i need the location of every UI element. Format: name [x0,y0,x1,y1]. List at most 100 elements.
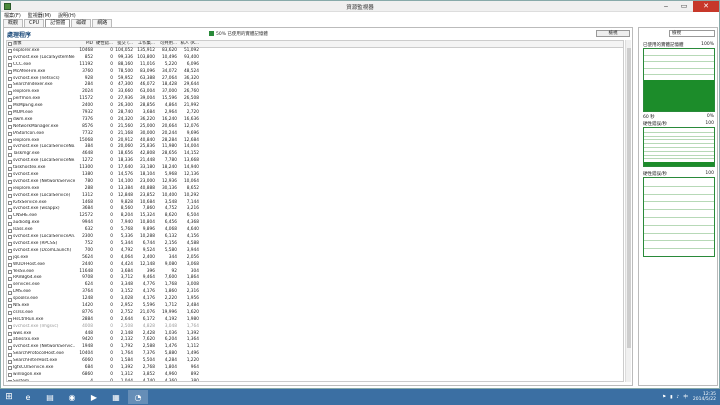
row-checkbox[interactable] [8,139,12,144]
table-row[interactable]: SearchFilterHost.exe 6060 0 1,584 5,504 4,284… [7,358,623,365]
row-checkbox[interactable] [8,235,12,240]
table-row[interactable]: MsMpEng.exe 2400 0 26,300 28,856 4,864 21,992 [7,103,623,110]
row-checkbox[interactable] [8,331,12,336]
maximize-button[interactable]: ▭ [675,1,693,12]
row-checkbox[interactable] [8,104,12,109]
row-checkbox[interactable] [8,242,12,247]
tray-flag-icon[interactable]: ⚑ [662,395,666,400]
table-row[interactable]: iexplore.exe 2024 0 33,660 63,004 37,000 26,76… [7,89,623,96]
table-row[interactable]: svchost.exe (LocalSystemNe... 852 0 99,336 1… [7,55,623,62]
col-working-set[interactable]: 工作集... [133,41,155,47]
table-row[interactable]: System 4 0 1,044 4,740 4,360 380 [7,379,623,381]
table-row[interactable]: svchost.exe (NetworkServic... 1948 0 1,792 2… [7,344,623,351]
table-row[interactable]: CNSHE.exe 12572 0 8,204 15,324 8,620 6,504 [7,213,623,220]
row-checkbox[interactable] [8,145,12,150]
row-checkbox[interactable] [8,221,12,226]
table-row[interactable]: svchost.exe (netsvcs) 928 0 59,952 63,388 27,… [7,76,623,83]
chrome-icon[interactable]: ◉ [62,390,82,404]
row-checkbox[interactable] [8,304,12,309]
table-row[interactable]: perfmon.exe 11572 0 27,936 39,004 15,596 26,50… [7,96,623,103]
row-checkbox[interactable] [8,111,12,116]
row-checkbox[interactable] [8,201,12,206]
row-checkbox[interactable] [8,70,12,75]
row-checkbox[interactable] [8,276,12,281]
row-checkbox[interactable] [8,297,12,302]
row-checkbox[interactable] [8,125,12,130]
row-checkbox[interactable] [8,118,12,123]
row-checkbox[interactable] [8,325,12,330]
row-checkbox[interactable] [8,359,12,364]
tray-volume-icon[interactable]: ♪ [677,395,680,400]
row-checkbox[interactable] [8,366,12,371]
table-row[interactable]: CCC.exe 11192 0 88,160 11,016 5,220 6,096 [7,62,623,69]
close-button[interactable]: ✕ [693,1,719,12]
row-checkbox[interactable] [8,256,12,261]
row-checkbox[interactable] [8,290,12,295]
row-checkbox[interactable] [8,90,12,95]
row-checkbox[interactable] [8,56,12,61]
table-row[interactable]: dwm.exe 7376 0 24,320 36,220 16,240 16,636 [7,117,623,124]
view-select[interactable]: 檢視 [669,30,715,37]
row-checkbox[interactable] [8,77,12,81]
row-checkbox[interactable] [8,194,12,199]
input-language[interactable]: 中 [683,394,688,400]
row-checkbox[interactable] [8,311,12,316]
row-checkbox[interactable] [8,83,12,88]
table-row[interactable]: winlogon.exe 6860 0 1,312 3,852 4,960 892 [7,372,623,379]
clock[interactable]: 12:35 2014/5/22 [693,392,716,402]
col-private[interactable]: 私人 (K... [177,41,199,47]
table-row[interactable]: McAfeeFire.exe 3760 0 78,500 83,096 34,072 48,… [7,69,623,76]
minimize-button[interactable]: ‒ [657,1,675,12]
col-pid[interactable]: PID [75,41,93,47]
row-checkbox[interactable] [8,283,12,288]
row-checkbox[interactable] [8,318,12,323]
table-row[interactable]: svchost.exe (Imgsvc) 4008 0 2,508 4,828 3,048… [7,324,623,331]
table-row[interactable]: LMS.exe 3764 0 3,152 4,176 1,860 2,316 [7,289,623,296]
row-checkbox[interactable] [8,180,12,185]
row-checkbox[interactable] [8,338,12,343]
table-row[interactable]: services.exe 624 0 3,348 4,776 1,768 3,008 [7,282,623,289]
panel-title[interactable]: 處理程序 [7,30,31,39]
row-checkbox[interactable] [8,173,12,178]
table-row[interactable]: audiodg.exe 9944 0 7,940 10,804 6,456 4,368 [7,220,623,227]
vertical-scrollbar[interactable] [625,40,631,382]
table-row[interactable]: svchost.exe (LocalServiceNo... 384 0 20,060… [7,144,623,151]
tab-cpu[interactable]: CPU [24,19,45,27]
table-row[interactable]: csrss.exe 8776 0 2,752 21,076 19,996 1,620 [7,310,623,317]
table-row[interactable]: svchost.exe (NetworkService) 780 0 14,100 23… [7,179,623,186]
row-checkbox[interactable] [8,166,12,171]
row-checkbox[interactable] [8,63,12,68]
row-checkbox[interactable] [8,373,12,378]
table-row[interactable]: atiesrxx.exe 9420 0 2,132 7,620 6,204 1,364 [7,337,623,344]
row-checkbox[interactable] [8,345,12,350]
row-checkbox[interactable] [8,132,12,137]
col-commit[interactable]: 提交 (... [113,41,133,47]
tray-network-icon[interactable]: ▮ [670,395,672,400]
row-checkbox[interactable] [8,269,12,274]
table-row[interactable]: iexplore.exe 288 0 13,384 40,888 30,136 8,652 [7,186,623,193]
row-checkbox[interactable] [8,214,12,219]
table-row[interactable]: svchost.exe 1380 0 14,576 18,104 5,968 12,136 [7,172,623,179]
scroll-thumb[interactable] [627,48,631,348]
title-bar[interactable]: 資源監視器 ‒ ▭ ✕ [1,1,719,12]
row-checkbox[interactable] [8,187,12,192]
tab-disk[interactable]: 磁碟 [71,19,92,27]
table-row[interactable]: iexplore.exe 15068 0 20,912 40,840 28,284 12,6… [7,138,623,145]
tab-overview[interactable]: 概觀 [3,19,24,27]
tab-network[interactable]: 網路 [92,19,113,27]
table-row[interactable]: HsCtrlRun.exe 2884 0 2,644 6,172 4,192 1,980 [7,317,623,324]
row-checkbox[interactable] [8,207,12,212]
table-row[interactable]: wws.exe 448 0 2,148 2,428 1,036 1,392 [7,331,623,338]
row-checkbox[interactable] [8,380,12,381]
table-row[interactable]: svchost.exe (LocalService) 1312 0 12,848 23,… [7,193,623,200]
resource-monitor-task-icon[interactable]: ◔ [128,390,148,404]
view-button[interactable]: 檢視 [596,30,630,37]
table-row[interactable]: IgfxCUIService.exe 684 0 1,392 2,768 1,804 964 [7,365,623,372]
row-checkbox[interactable] [8,159,12,164]
table-row[interactable]: explorer.exe 10468 0 104,052 135,912 83,620 51… [7,48,623,55]
row-checkbox[interactable] [8,228,12,233]
row-checkbox[interactable] [8,352,12,357]
table-row[interactable]: Taskmgr.exe 4648 0 18,656 42,808 28,656 14,152 [7,151,623,158]
start-button[interactable]: ⊞ [2,391,16,403]
row-checkbox[interactable] [8,263,12,268]
